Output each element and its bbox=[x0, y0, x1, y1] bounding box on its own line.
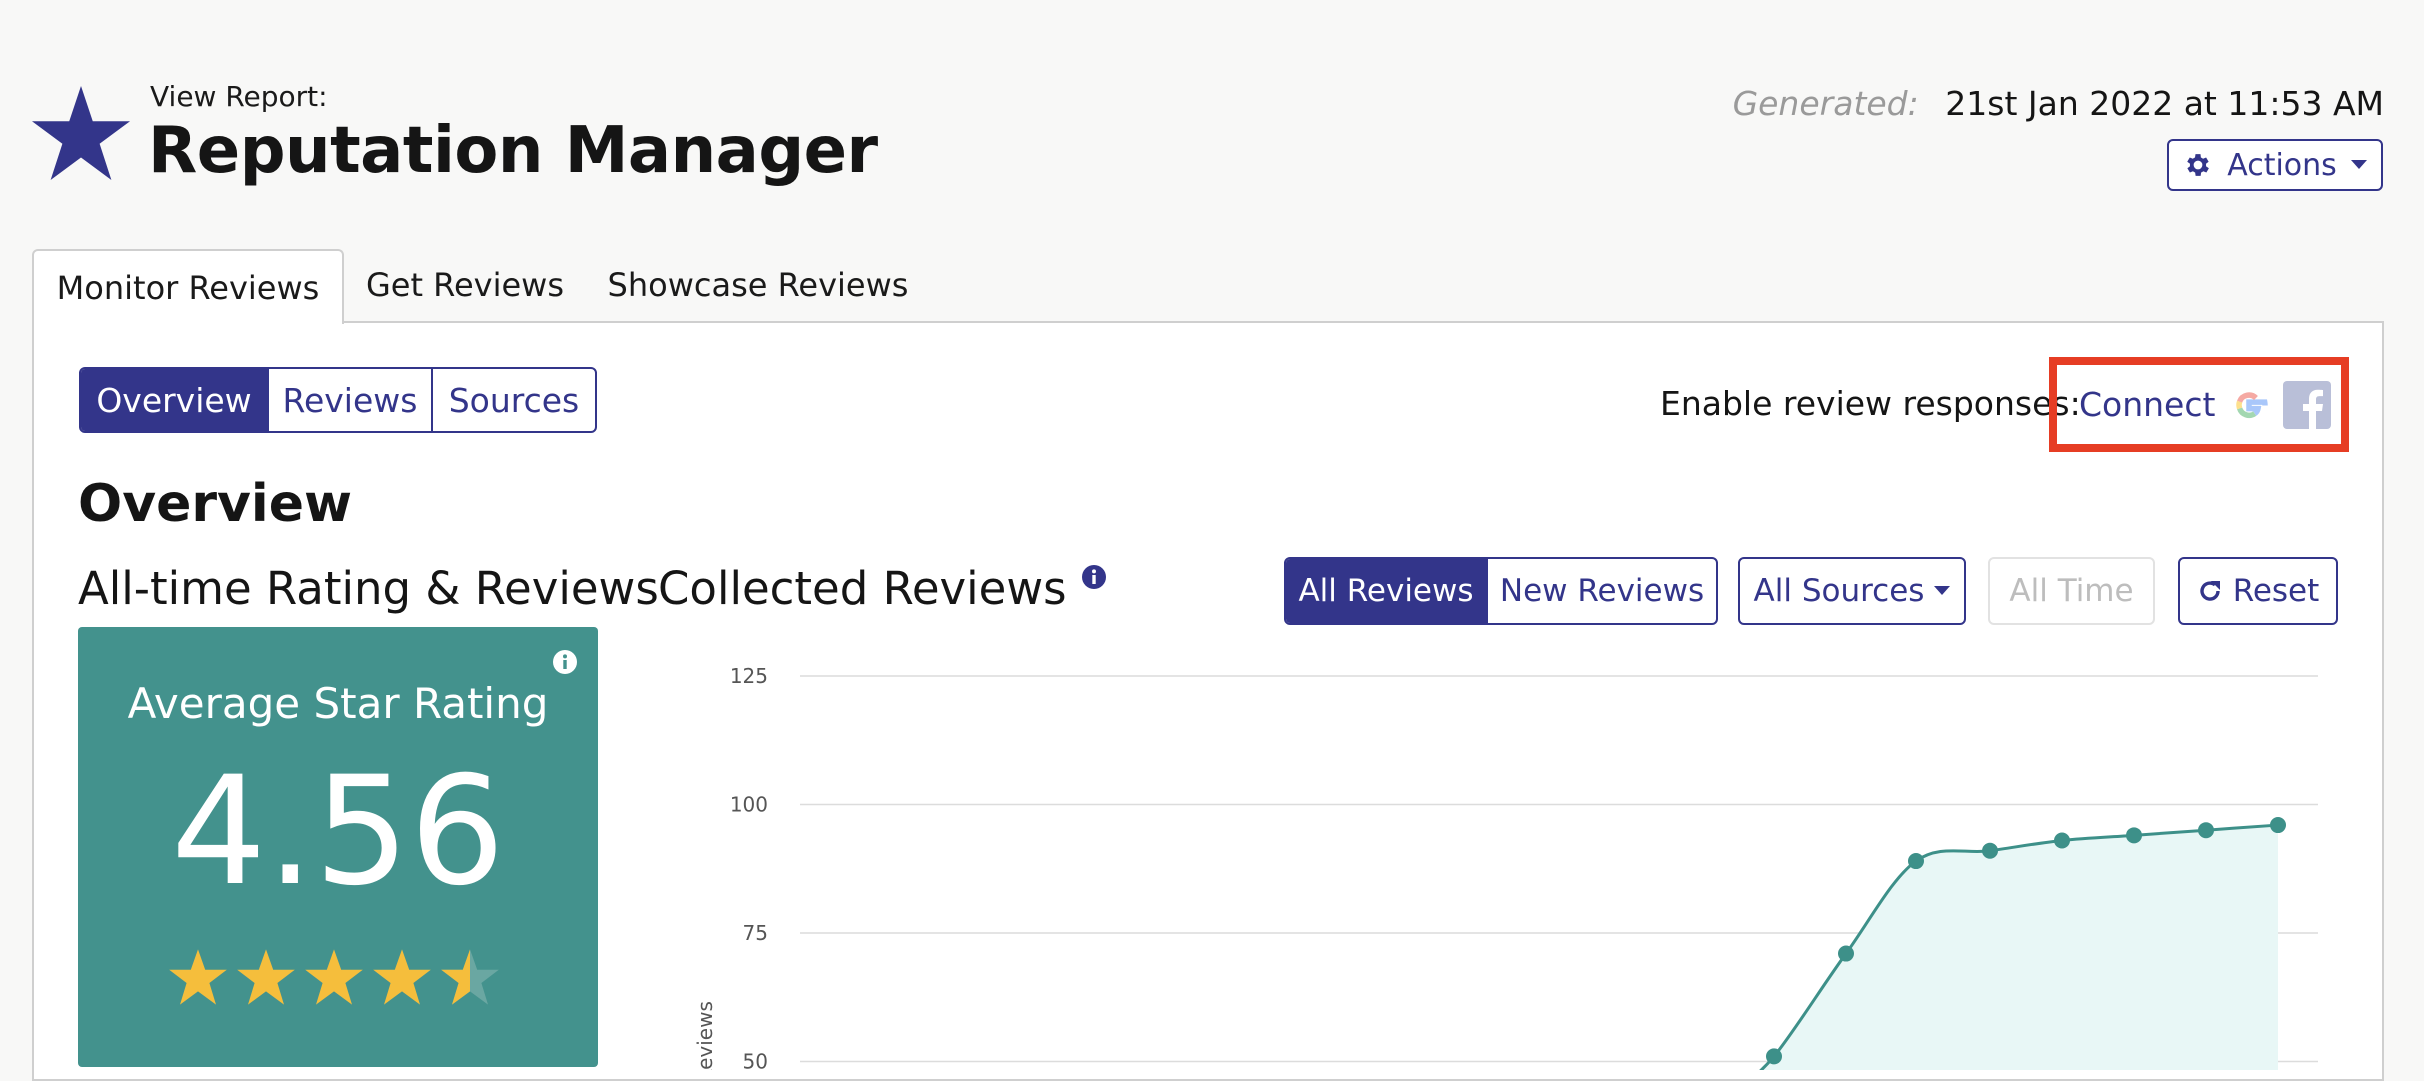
data-point[interactable] bbox=[1766, 1048, 1782, 1065]
subtab-overview[interactable]: Overview bbox=[81, 369, 267, 431]
view-report-label: View Report: bbox=[150, 80, 328, 113]
y-axis-label: Reviews bbox=[693, 1001, 717, 1070]
tab-get-reviews[interactable]: Get Reviews bbox=[354, 249, 576, 321]
overview-subtabs: Overview Reviews Sources bbox=[79, 367, 597, 433]
collected-reviews-chart: 125 100 75 50 Reviews bbox=[693, 664, 2318, 1071]
y-tick-label: 125 bbox=[730, 664, 768, 688]
average-star-rating-label: Average Star Rating bbox=[127, 679, 549, 728]
tab-monitor-reviews[interactable]: Monitor Reviews bbox=[32, 249, 344, 324]
y-tick-label: 75 bbox=[743, 921, 768, 945]
enable-review-responses-label: Enable review responses: bbox=[1660, 384, 2081, 423]
collected-reviews-title: Collected Reviews bbox=[658, 562, 1067, 615]
star-half-icon bbox=[441, 949, 499, 1005]
star-full-icon bbox=[373, 949, 431, 1005]
all-sources-label: All Sources bbox=[1753, 573, 1925, 609]
redo-icon bbox=[2200, 581, 2220, 601]
all-time-rating-heading: All-time Rating & Reviews bbox=[78, 562, 659, 615]
y-tick-label: 100 bbox=[730, 793, 768, 817]
data-point[interactable] bbox=[2126, 827, 2142, 844]
data-point[interactable] bbox=[2054, 832, 2070, 849]
info-icon[interactable] bbox=[1081, 564, 1107, 590]
facebook-icon bbox=[2283, 380, 2332, 429]
subtab-reviews[interactable]: Reviews bbox=[267, 369, 431, 431]
star-full-icon bbox=[305, 949, 363, 1005]
generated-timestamp: Generated: 21st Jan 2022 at 11:53 AM bbox=[1733, 84, 2384, 123]
caret-down-icon bbox=[2350, 160, 2367, 169]
average-rating-card: Average Star Rating 4.56 bbox=[78, 627, 598, 1067]
actions-button[interactable]: Actions bbox=[2167, 139, 2383, 191]
data-point[interactable] bbox=[1908, 853, 1924, 870]
data-point[interactable] bbox=[1982, 842, 1998, 859]
overview-heading: Overview bbox=[78, 474, 353, 534]
average-star-rating-value: 4.56 bbox=[171, 745, 505, 919]
caret-down-icon bbox=[1934, 586, 1951, 595]
actions-label: Actions bbox=[2227, 147, 2337, 183]
new-reviews-button[interactable]: New Reviews bbox=[1486, 559, 1716, 623]
collected-reviews-heading: Collected Reviews bbox=[658, 562, 1107, 615]
star-full-icon bbox=[169, 949, 227, 1005]
google-icon bbox=[2236, 391, 2269, 418]
reset-label: Reset bbox=[2232, 573, 2320, 609]
all-time-dropdown[interactable]: All Time bbox=[1988, 557, 2155, 625]
star-logo-icon bbox=[32, 85, 130, 181]
info-icon[interactable] bbox=[552, 649, 578, 675]
gear-icon bbox=[2187, 154, 2210, 176]
tab-showcase-reviews[interactable]: Showcase Reviews bbox=[600, 249, 916, 321]
subtab-sources[interactable]: Sources bbox=[431, 369, 595, 431]
all-reviews-button[interactable]: All Reviews bbox=[1286, 559, 1486, 623]
star-full-icon bbox=[237, 949, 295, 1005]
generated-value: 21st Jan 2022 at 11:53 AM bbox=[1945, 84, 2384, 123]
connect-highlight: Connect bbox=[2049, 357, 2349, 452]
y-tick-label: 50 bbox=[743, 1050, 768, 1071]
page-title: Reputation Manager bbox=[148, 114, 878, 188]
review-type-toggle: All Reviews New Reviews bbox=[1284, 557, 1718, 625]
connect-button[interactable]: Connect bbox=[2079, 365, 2332, 444]
connect-label: Connect bbox=[2079, 385, 2216, 424]
star-rating bbox=[168, 947, 500, 1007]
data-point[interactable] bbox=[1838, 945, 1854, 962]
all-sources-dropdown[interactable]: All Sources bbox=[1738, 557, 1966, 625]
data-point[interactable] bbox=[2198, 822, 2214, 839]
data-point[interactable] bbox=[2270, 817, 2286, 834]
generated-label: Generated: bbox=[1732, 84, 1919, 123]
reviews-area bbox=[1732, 825, 2278, 1070]
reset-button[interactable]: Reset bbox=[2178, 557, 2338, 625]
